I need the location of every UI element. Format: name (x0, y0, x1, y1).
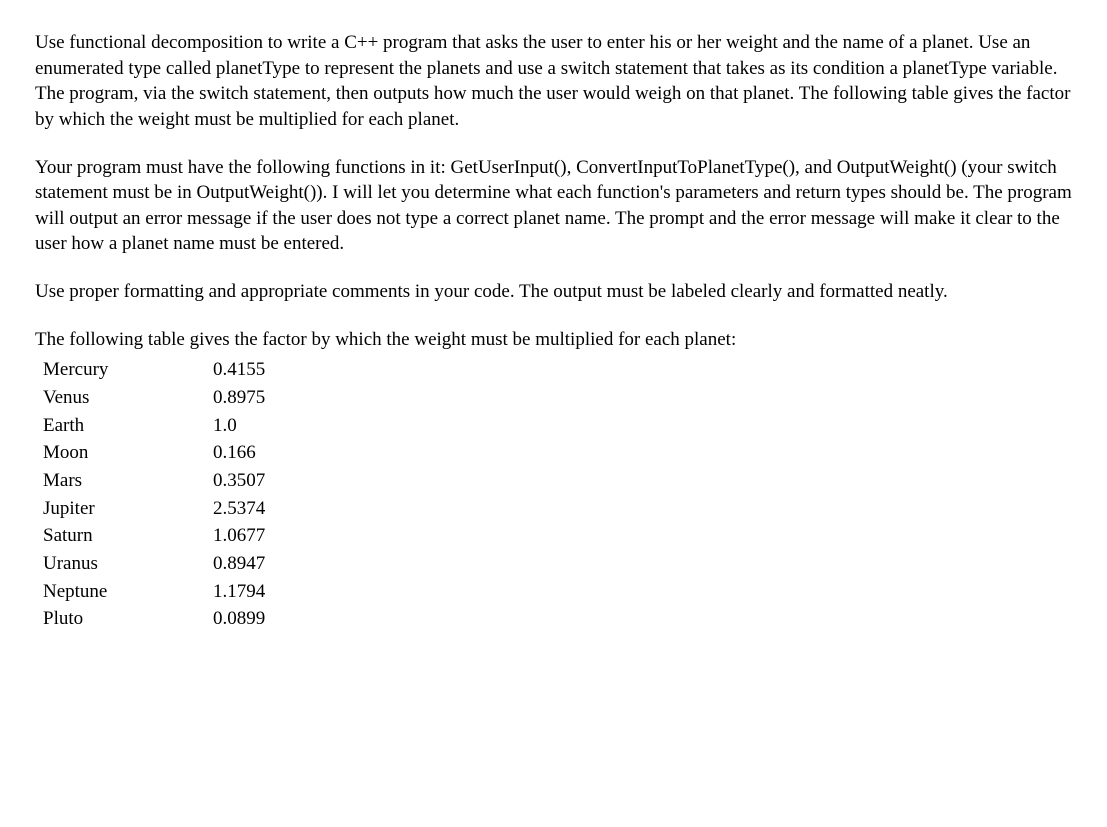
table-row: Moon 0.166 (43, 439, 265, 467)
planet-name-cell: Venus (43, 384, 213, 412)
planet-name-cell: Mercury (43, 356, 213, 384)
planet-factor-cell: 1.1794 (213, 578, 265, 606)
table-row: Jupiter 2.5374 (43, 495, 265, 523)
planet-name-cell: Saturn (43, 522, 213, 550)
planet-factor-cell: 2.5374 (213, 495, 265, 523)
planet-name-cell: Mars (43, 467, 213, 495)
table-row: Neptune 1.1794 (43, 578, 265, 606)
planet-name-cell: Pluto (43, 605, 213, 633)
assignment-paragraph-3: Use proper formatting and appropriate co… (35, 279, 1072, 305)
planet-table-body: Mercury 0.4155 Venus 0.8975 Earth 1.0 Mo… (43, 356, 265, 632)
planet-factor-cell: 1.0677 (213, 522, 265, 550)
planet-factor-cell: 0.166 (213, 439, 265, 467)
planet-name-cell: Neptune (43, 578, 213, 606)
table-row: Saturn 1.0677 (43, 522, 265, 550)
assignment-paragraph-2: Your program must have the following fun… (35, 155, 1072, 258)
table-intro-text: The following table gives the factor by … (35, 327, 1072, 353)
planet-factor-cell: 0.8975 (213, 384, 265, 412)
planet-name-cell: Moon (43, 439, 213, 467)
table-row: Mercury 0.4155 (43, 356, 265, 384)
table-row: Uranus 0.8947 (43, 550, 265, 578)
planet-factor-cell: 1.0 (213, 412, 265, 440)
table-row: Mars 0.3507 (43, 467, 265, 495)
planet-name-cell: Jupiter (43, 495, 213, 523)
planet-factor-cell: 0.4155 (213, 356, 265, 384)
planet-factor-cell: 0.3507 (213, 467, 265, 495)
table-row: Earth 1.0 (43, 412, 265, 440)
planet-name-cell: Uranus (43, 550, 213, 578)
planet-factor-cell: 0.8947 (213, 550, 265, 578)
table-row: Venus 0.8975 (43, 384, 265, 412)
planet-name-cell: Earth (43, 412, 213, 440)
planet-factor-table: Mercury 0.4155 Venus 0.8975 Earth 1.0 Mo… (43, 356, 265, 632)
table-row: Pluto 0.0899 (43, 605, 265, 633)
planet-factor-cell: 0.0899 (213, 605, 265, 633)
assignment-paragraph-1: Use functional decomposition to write a … (35, 30, 1072, 133)
